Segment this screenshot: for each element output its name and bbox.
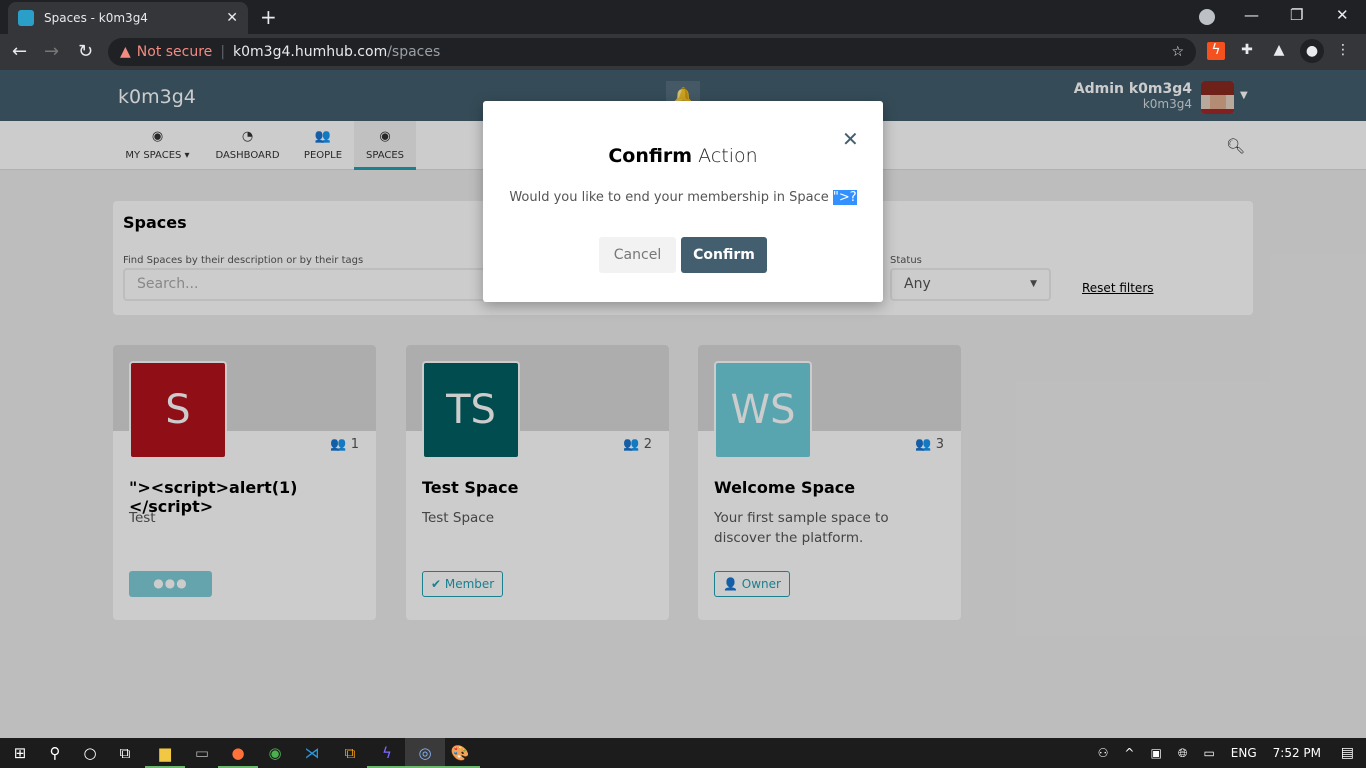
modal-title-rest: Action [698,145,758,167]
modal-title: Confirm Action [483,145,883,167]
modal-title-bold: Confirm [608,145,693,167]
firefox-icon[interactable]: ● [218,738,258,768]
confirm-button[interactable]: Confirm [681,237,767,273]
file-explorer-icon[interactable]: ▆ [145,738,185,768]
cortana-icon[interactable]: ○ [70,738,110,768]
divider: | [220,44,226,60]
security-label[interactable]: Not secure [137,44,213,60]
restore-button[interactable]: ❐ [1290,6,1303,24]
app-icon[interactable]: ϟ [367,738,407,768]
new-tab-button[interactable]: + [260,5,277,29]
minimize-button[interactable]: — [1244,6,1259,24]
url-path: /spaces [387,44,441,60]
terminal-icon[interactable]: ▭ [182,738,222,768]
modal-body: Would you like to end your membership in… [483,190,883,205]
close-tab-icon[interactable]: ✕ [226,10,238,26]
url-bar[interactable]: ▲ Not secure | k0m3g4.humhub.com/spaces ☆ [108,38,1196,66]
humhub-favicon-icon [18,10,34,26]
network-icon[interactable]: 🌐︎ [1178,738,1188,768]
clock[interactable]: 7:52 PM [1273,738,1321,768]
people-icon[interactable]: ⚇ [1098,738,1109,768]
virtualbox-icon[interactable]: ⧉ [330,738,370,768]
language-indicator[interactable]: ENG [1231,738,1257,768]
profile-icon[interactable]: ● [1300,39,1324,63]
bookmark-star-icon[interactable]: ☆ [1171,44,1184,60]
selected-text: ">? [832,190,857,205]
forward-icon[interactable]: → [44,41,59,62]
close-window-button[interactable]: ✕ [1336,6,1349,24]
menu-kebab-icon[interactable]: ⋮ [1334,42,1352,60]
tab-search-icon[interactable] [1199,9,1215,25]
camera-icon[interactable]: ▣ [1150,738,1161,768]
modal-message: Would you like to end your membership in… [509,190,829,205]
warning-icon: ▲ [120,44,131,60]
battery-icon[interactable]: ▭ [1203,738,1214,768]
extension-icon[interactable]: ϟ [1207,42,1225,60]
back-icon[interactable]: ← [12,41,27,62]
task-view-icon[interactable]: ⧉ [105,738,145,768]
search-icon[interactable]: ⚲ [35,738,75,768]
paint-icon[interactable]: 🎨 [440,738,480,768]
chevron-up-icon[interactable]: ^ [1124,738,1134,768]
windows-start-icon[interactable]: ⊞ [0,738,40,768]
reload-icon[interactable]: ↻ [78,41,93,62]
tab-title: Spaces - k0m3g4 [44,11,148,25]
browser-tab[interactable]: Spaces - k0m3g4 ✕ [8,2,248,34]
chrome-active-icon[interactable]: ◎ [405,738,445,768]
notifications-icon[interactable]: ▤ [1341,745,1354,761]
labs-flask-icon[interactable]: ▲ [1270,42,1288,60]
system-tray: ⚇ ^ ▣ 🌐︎ ▭ ENG 7:52 PM [1098,738,1321,768]
cancel-button[interactable]: Cancel [599,237,676,273]
chrome-icon[interactable]: ◉ [255,738,295,768]
url-host: k0m3g4.humhub.com [233,44,388,60]
vscode-icon[interactable]: ⋊ [292,738,332,768]
confirm-modal: ✕ Confirm Action Would you like to end y… [483,101,883,302]
extensions-puzzle-icon[interactable]: ✚ [1238,42,1256,60]
